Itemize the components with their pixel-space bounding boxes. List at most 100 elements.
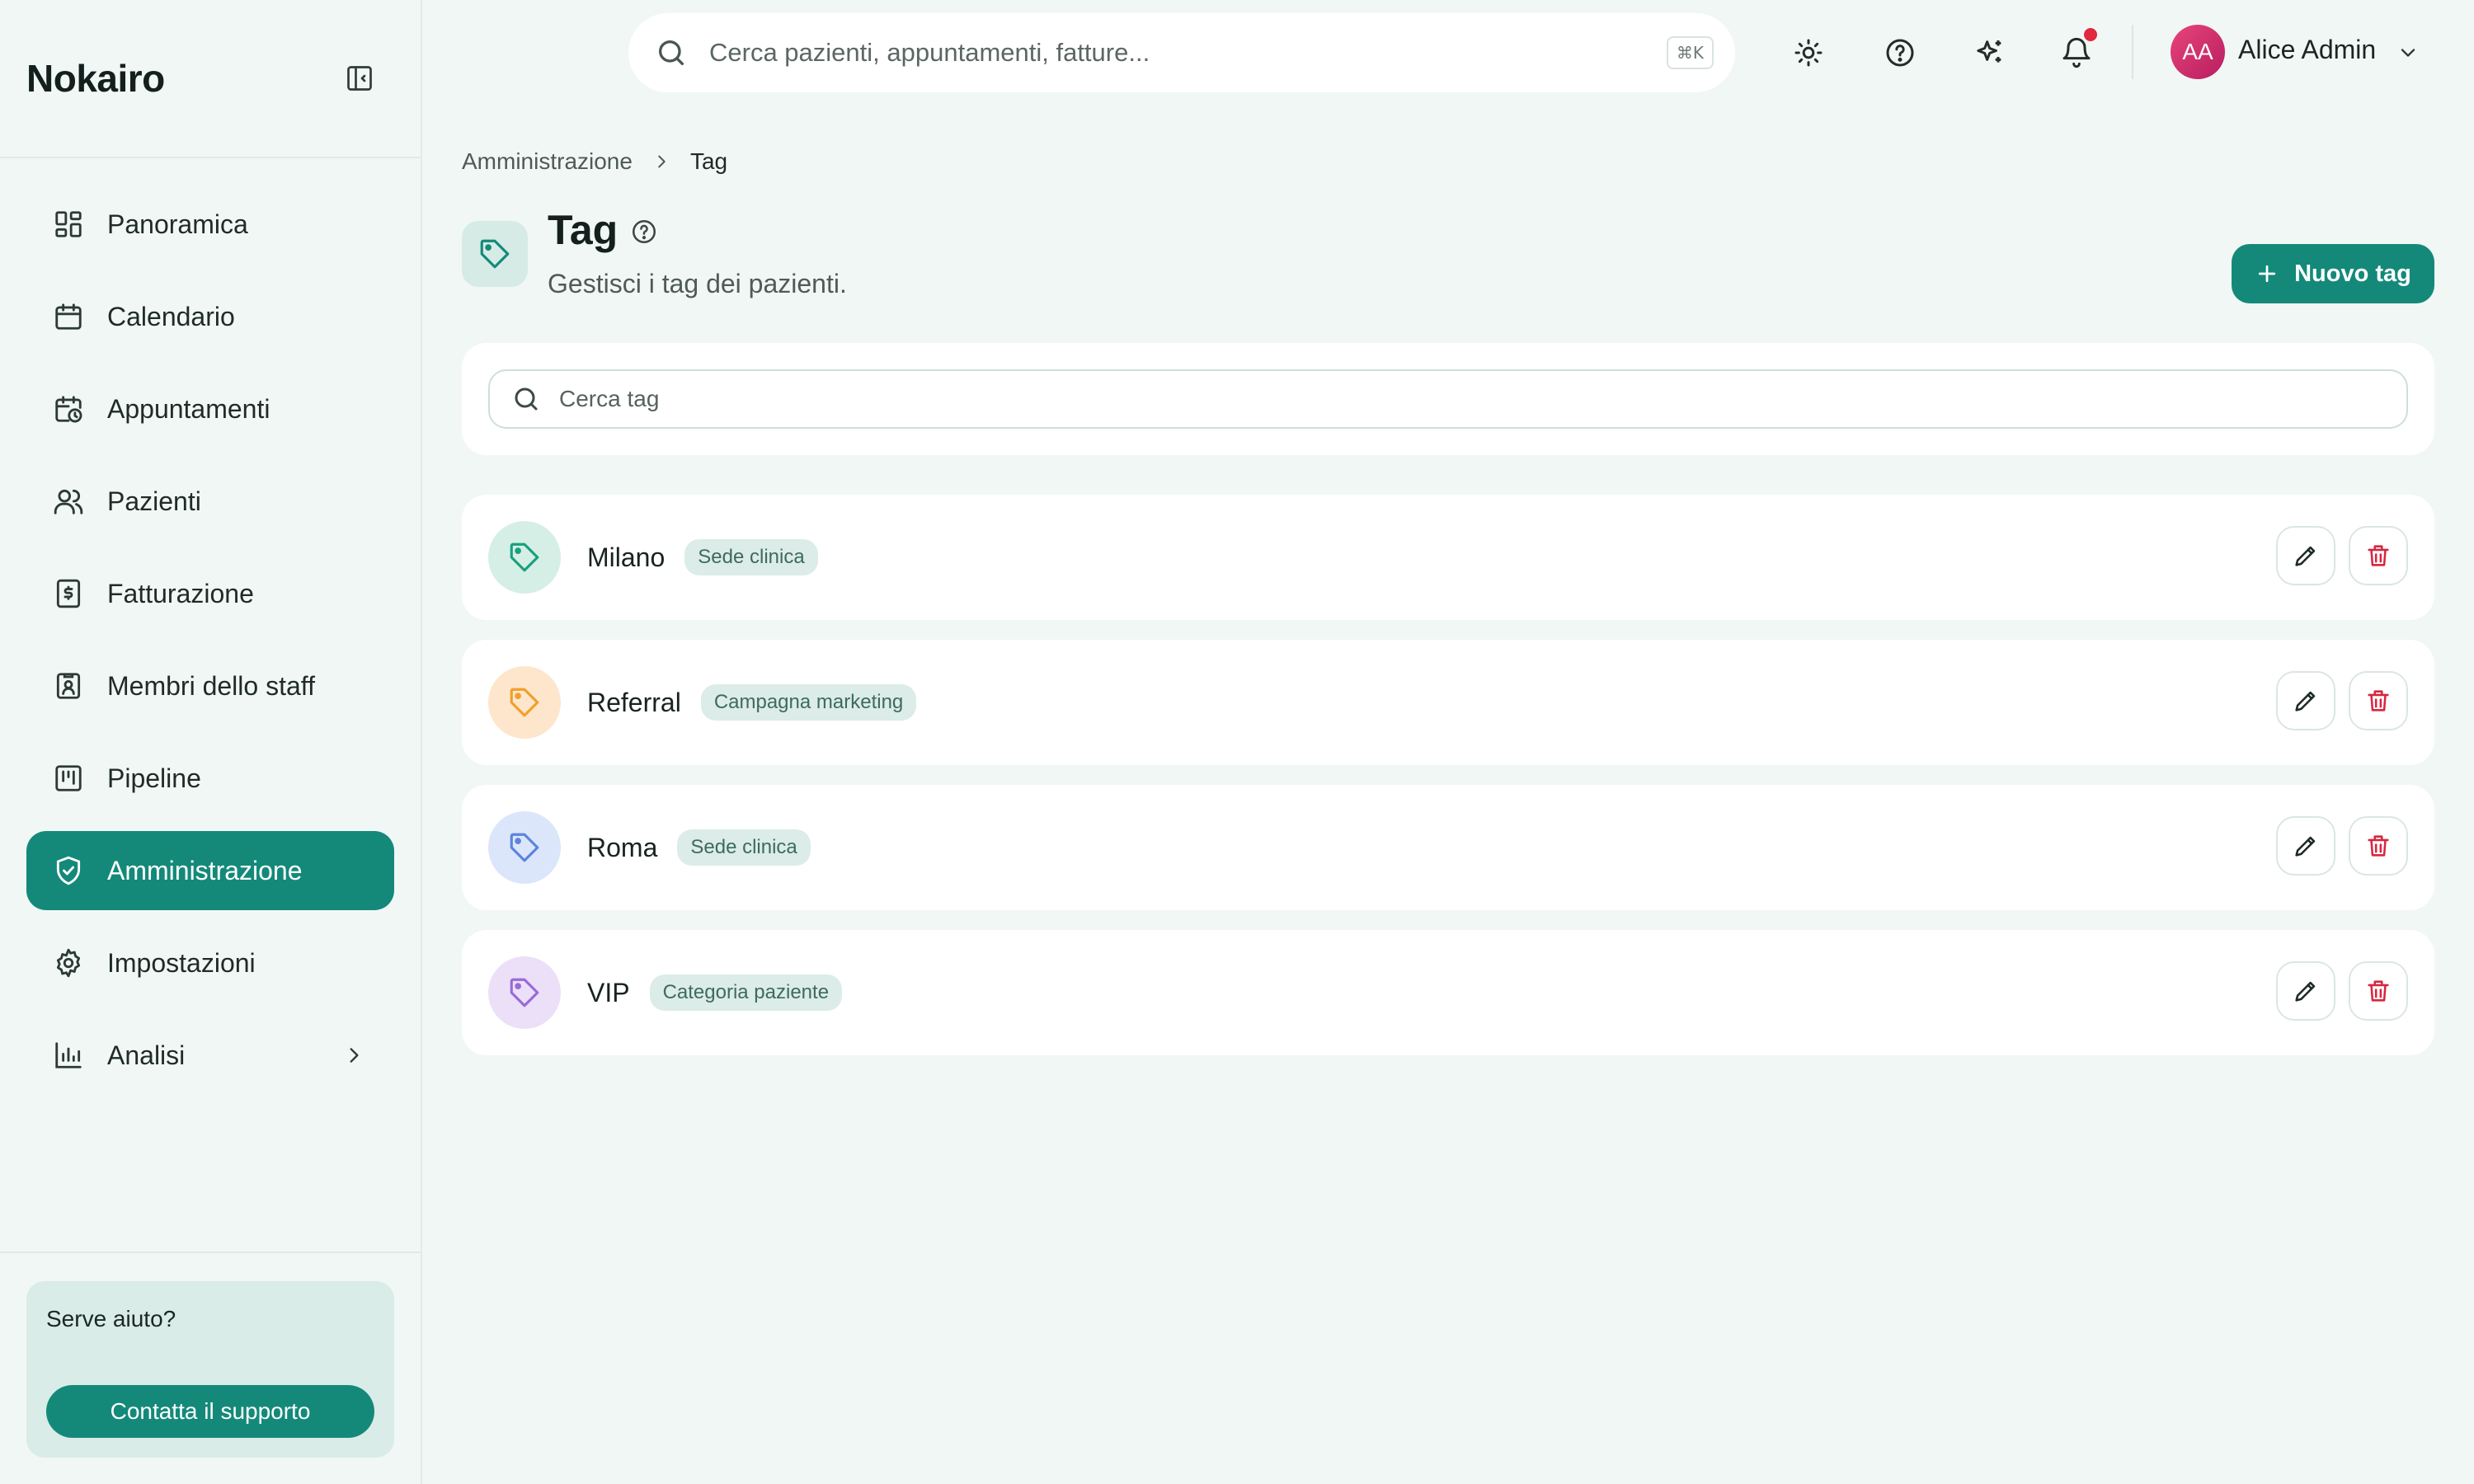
user-name[interactable]: Alice Admin	[2238, 35, 2376, 65]
search-icon	[655, 36, 688, 69]
trash-icon	[2368, 690, 2389, 711]
tag-search-placeholder: Cerca tag	[559, 386, 660, 411]
avatar[interactable]: AA	[2171, 25, 2225, 79]
tag-name: Roma	[587, 832, 658, 862]
tag-icon	[488, 666, 561, 739]
pencil-icon	[2295, 981, 2316, 1002]
sidebar-item-membri-staff[interactable]: Membri dello staff	[26, 646, 394, 726]
tag-search-input[interactable]: Cerca tag	[488, 369, 2408, 429]
sidebar-item-pazienti[interactable]: Pazienti	[26, 462, 394, 541]
category-badge: Sede clinica	[684, 539, 818, 575]
help-icon[interactable]	[1884, 36, 1917, 69]
page-title: Tag	[548, 207, 618, 253]
page-subtitle: Gestisci i tag dei pazienti.	[548, 269, 847, 298]
sidebar-item-label: Pazienti	[107, 486, 201, 516]
plus-icon	[2258, 265, 2276, 283]
delete-button[interactable]	[2349, 526, 2408, 585]
brand-header: Nokairo	[0, 0, 421, 158]
tag-icon	[488, 521, 561, 594]
bar-chart-icon	[53, 1040, 84, 1071]
list-item: VIP Categoria paziente	[462, 930, 2434, 1055]
contact-support-button[interactable]: Contatta il supporto	[46, 1385, 374, 1438]
calendar-icon	[53, 301, 84, 332]
dashboard-icon	[53, 209, 84, 240]
row-actions	[2263, 961, 2408, 1021]
sidebar-item-label: Pipeline	[107, 763, 201, 793]
filter-card: Cerca tag	[462, 343, 2434, 455]
app-logo: Nokairo	[26, 57, 165, 100]
sidebar-collapse-icon[interactable]	[345, 63, 374, 93]
sidebar-item-label: Fatturazione	[107, 578, 254, 608]
delete-button[interactable]	[2349, 816, 2408, 876]
search-icon	[511, 384, 541, 414]
trash-icon	[2368, 835, 2389, 857]
new-tag-button[interactable]: Nuovo tag	[2232, 244, 2434, 303]
list-item: Milano Sede clinica	[462, 495, 2434, 620]
breadcrumb-parent-link[interactable]: Amministrazione	[462, 148, 633, 175]
sidebar-item-pipeline[interactable]: Pipeline	[26, 739, 394, 818]
sidebar-item-fatturazione[interactable]: Fatturazione	[26, 554, 394, 633]
list-item: Roma Sede clinica	[462, 785, 2434, 910]
sidebar-item-calendario[interactable]: Calendario	[26, 277, 394, 356]
gear-icon	[53, 947, 84, 979]
breadcrumb-current: Tag	[689, 148, 728, 174]
edit-button[interactable]	[2276, 961, 2335, 1021]
new-tag-label: Nuovo tag	[2294, 260, 2411, 287]
sidebar-item-label: Membri dello staff	[107, 670, 315, 701]
chevron-right-icon	[652, 153, 670, 171]
users-icon	[53, 486, 84, 517]
edit-button[interactable]	[2276, 671, 2335, 730]
pencil-icon	[2295, 836, 2316, 857]
pencil-icon	[2295, 691, 2316, 711]
sidebar-item-label: Appuntamenti	[107, 393, 270, 424]
sidebar-item-appuntamenti[interactable]: Appuntamenti	[26, 369, 394, 448]
ai-sparkles-icon[interactable]	[1973, 36, 2006, 69]
sidebar-nav: Panoramica Calendario Appuntamenti Pazie…	[26, 185, 394, 1108]
global-search-input[interactable]: Cerca pazienti, appuntamenti, fatture...…	[628, 13, 1735, 92]
row-actions	[2263, 816, 2408, 876]
sidebar-item-amministrazione[interactable]: Amministrazione	[26, 831, 394, 910]
tag-icon	[462, 221, 528, 287]
topbar-divider	[2132, 25, 2133, 79]
list-item: Referral Campagna marketing	[462, 640, 2434, 765]
tag-icon	[488, 811, 561, 884]
chevron-down-icon[interactable]	[2396, 41, 2420, 64]
category-badge: Campagna marketing	[700, 684, 917, 721]
trash-icon	[2368, 545, 2389, 566]
category-badge: Categoria paziente	[649, 974, 843, 1011]
edit-button[interactable]	[2276, 526, 2335, 585]
sidebar-item-impostazioni[interactable]: Impostazioni	[26, 923, 394, 1003]
calendar-clock-icon	[53, 393, 84, 425]
kanban-icon	[53, 763, 84, 794]
help-title: Serve aiuto?	[46, 1306, 176, 1331]
tag-name: VIP	[587, 977, 630, 1007]
row-actions	[2263, 526, 2408, 585]
pencil-icon	[2295, 546, 2316, 566]
sidebar-item-analisi[interactable]: Analisi	[26, 1016, 394, 1095]
shield-check-icon	[53, 855, 84, 886]
sidebar: Nokairo Panoramica Calendario Appuntamen…	[0, 0, 422, 1484]
tag-icon	[488, 956, 561, 1029]
trash-icon	[2368, 980, 2389, 1002]
delete-button[interactable]	[2349, 961, 2408, 1021]
notification-dot	[2084, 28, 2097, 41]
help-circle-icon[interactable]	[630, 218, 658, 246]
help-card: Serve aiuto? Contatta il supporto	[26, 1281, 394, 1458]
sidebar-item-label: Analisi	[107, 1040, 186, 1070]
edit-button[interactable]	[2276, 816, 2335, 876]
tag-name: Referral	[587, 687, 681, 717]
category-badge: Sede clinica	[677, 829, 811, 866]
sidebar-item-panoramica[interactable]: Panoramica	[26, 185, 394, 264]
id-badge-icon	[53, 670, 84, 702]
delete-button[interactable]	[2349, 671, 2408, 730]
shortcut-badge: ⌘K	[1666, 36, 1714, 69]
row-actions	[2263, 671, 2408, 730]
chevron-right-icon	[343, 1045, 365, 1066]
tag-name: Milano	[587, 542, 666, 572]
bell-icon[interactable]	[2060, 36, 2093, 69]
breadcrumb: Amministrazione Tag	[462, 148, 727, 175]
sidebar-item-label: Panoramica	[107, 209, 248, 239]
theme-toggle-icon[interactable]	[1792, 36, 1825, 69]
sidebar-item-label: Calendario	[107, 301, 235, 331]
search-placeholder: Cerca pazienti, appuntamenti, fatture...	[709, 38, 1150, 67]
